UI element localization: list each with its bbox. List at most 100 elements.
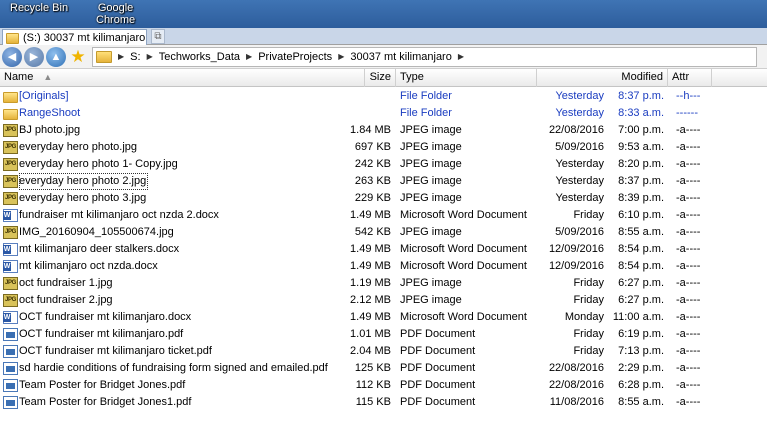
breadcrumb-privateprojects[interactable]: PrivateProjects xyxy=(258,51,332,63)
word-icon xyxy=(3,260,18,273)
breadcrumb-current-folder[interactable]: 30037 mt kilimanjaro xyxy=(350,51,452,63)
file-size: 242 KB xyxy=(354,158,391,170)
file-name-cell[interactable]: Team Poster for Bridget Jones.pdf xyxy=(3,377,363,394)
file-row[interactable]: mt kilimanjaro oct nzda.docx 1.49 MB Micro… xyxy=(0,258,767,275)
chevron-right-icon[interactable]: ▶ xyxy=(147,52,153,61)
chevron-right-icon[interactable]: ▶ xyxy=(458,52,464,61)
file-attributes: -a---- xyxy=(676,141,701,153)
file-type: Microsoft Word Document xyxy=(400,209,527,221)
forward-button[interactable]: ▶ xyxy=(24,46,44,67)
file-name: IMG_20160904_105500674.jpg xyxy=(19,226,174,238)
file-row[interactable]: JPG everyday hero photo 3.jpg 229 KB JPEG i… xyxy=(0,190,767,207)
recycle-bin-shortcut[interactable]: Recycle Bin xyxy=(10,2,68,14)
breadcrumb-drive[interactable]: S: xyxy=(130,51,140,63)
file-attributes: -a---- xyxy=(676,379,701,391)
column-size[interactable]: Size xyxy=(365,69,396,87)
pdf-icon xyxy=(3,362,18,375)
file-type: PDF Document xyxy=(400,345,476,357)
file-name-cell[interactable]: Team Poster for Bridget Jones1.pdf xyxy=(3,394,363,411)
file-name-cell[interactable]: JPG everyday hero photo 1- Copy.jpg xyxy=(3,156,363,173)
navigation-toolbar: ◀ ▶ ▲ ★ ▶ S: ▶ Techworks_Data ▶ PrivateP… xyxy=(0,45,767,69)
file-modified-date: 5/09/2016 xyxy=(555,141,604,153)
file-attributes: -a---- xyxy=(676,209,701,221)
file-modified-date: Yesterday xyxy=(555,192,604,204)
file-attributes: -a---- xyxy=(676,226,701,238)
file-row[interactable]: JPG oct fundraiser 1.jpg 1.19 MB JPEG image… xyxy=(0,275,767,292)
file-name-cell[interactable]: JPG oct fundraiser 1.jpg xyxy=(3,275,363,292)
file-modified-date: 22/08/2016 xyxy=(548,362,604,374)
file-row[interactable]: JPG BJ photo.jpg 1.84 MB JPEG image 22/08/20… xyxy=(0,122,767,139)
address-bar[interactable]: ▶ S: ▶ Techworks_Data ▶ PrivateProjects … xyxy=(92,46,757,67)
file-row[interactable]: sd hardie conditions of fundraising form… xyxy=(0,360,767,377)
file-type: JPEG image xyxy=(400,141,462,153)
file-row[interactable]: Team Poster for Bridget Jones1.pdf 115 KB… xyxy=(0,394,767,411)
file-modified-date: Friday xyxy=(573,209,604,221)
file-row[interactable]: RangeShoot File Folder Yesterday 8:33 a.m. -… xyxy=(0,105,767,122)
star-icon: ★ xyxy=(70,46,86,66)
file-row[interactable]: JPG IMG_20160904_105500674.jpg 542 KB JPEG … xyxy=(0,224,767,241)
file-name-cell[interactable]: OCT fundraiser mt kilimanjaro.pdf xyxy=(3,326,363,343)
file-row[interactable]: [Originals] File Folder Yesterday 8:37 p.m.… xyxy=(0,88,767,105)
chevron-right-icon[interactable]: ▶ xyxy=(338,52,344,61)
file-name-cell[interactable]: JPG everyday hero photo 3.jpg xyxy=(3,190,363,207)
file-name: Team Poster for Bridget Jones1.pdf xyxy=(19,396,192,408)
tab-current-folder[interactable]: (S:) 30037 mt kilimanjaro xyxy=(2,29,147,45)
file-name-cell[interactable]: OCT fundraiser mt kilimanjaro.docx xyxy=(3,309,363,326)
file-name-cell[interactable]: mt kilimanjaro oct nzda.docx xyxy=(3,258,363,275)
file-name-cell[interactable]: JPG everyday hero photo.jpg xyxy=(3,139,363,156)
file-name: oct fundraiser 2.jpg xyxy=(19,294,113,306)
file-row[interactable]: Team Poster for Bridget Jones.pdf 112 KB P… xyxy=(0,377,767,394)
sort-ascending-icon: ▲ xyxy=(43,72,53,82)
file-name-cell[interactable]: mt kilimanjaro deer stalkers.docx xyxy=(3,241,363,258)
chevron-right-icon[interactable]: ▶ xyxy=(246,52,252,61)
file-row[interactable]: OCT fundraiser mt kilimanjaro.docx 1.49 M… xyxy=(0,309,767,326)
file-name-cell[interactable]: RangeShoot xyxy=(3,105,363,122)
file-name-cell[interactable]: OCT fundraiser mt kilimanjaro ticket.pdf xyxy=(3,343,363,360)
file-attributes: -a---- xyxy=(676,192,701,204)
file-name-cell[interactable]: fundraiser mt kilimanjaro oct nzda 2.doc… xyxy=(3,207,363,224)
file-row[interactable]: JPG everyday hero photo 1- Copy.jpg 242 KB… xyxy=(0,156,767,173)
file-modified-date: 11/08/2016 xyxy=(549,396,604,408)
file-type: PDF Document xyxy=(400,379,476,391)
arrow-up-icon: ▲ xyxy=(50,50,62,63)
file-size: 1.49 MB xyxy=(350,209,391,221)
chrome-label-line2: Chrome xyxy=(96,14,136,26)
file-attributes: -a---- xyxy=(676,124,701,136)
file-name: Team Poster for Bridget Jones.pdf xyxy=(19,379,186,391)
file-row[interactable]: OCT fundraiser mt kilimanjaro.pdf 1.01 MB… xyxy=(0,326,767,343)
file-name-cell[interactable]: sd hardie conditions of fundraising form… xyxy=(3,360,363,377)
pdf-icon xyxy=(3,328,18,341)
file-attributes: ------ xyxy=(676,107,698,119)
folder-icon xyxy=(96,50,112,63)
file-name-cell[interactable]: JPG oct fundraiser 2.jpg xyxy=(3,292,363,309)
file-row[interactable]: fundraiser mt kilimanjaro oct nzda 2.doc… xyxy=(0,207,767,224)
file-modified-time: 8:20 p.m. xyxy=(618,158,664,170)
google-chrome-shortcut[interactable]: Google Chrome xyxy=(96,2,135,26)
file-name-cell[interactable]: [Originals] xyxy=(3,88,363,105)
new-tab-button[interactable]: ⧉ xyxy=(151,29,165,44)
column-modified-label: Modified xyxy=(621,71,663,83)
up-folder-button[interactable]: ▲ xyxy=(46,46,66,67)
file-modified-date: Yesterday xyxy=(555,90,604,102)
column-name[interactable]: Name ▲ xyxy=(0,69,365,87)
favorites-button[interactable]: ★ xyxy=(68,47,88,67)
file-name-cell[interactable]: JPG BJ photo.jpg xyxy=(3,122,363,139)
file-row[interactable]: JPG oct fundraiser 2.jpg 2.12 MB JPEG image… xyxy=(0,292,767,309)
file-name: OCT fundraiser mt kilimanjaro.docx xyxy=(19,311,192,323)
back-button[interactable]: ◀ xyxy=(2,46,22,67)
file-row[interactable]: mt kilimanjaro deer stalkers.docx 1.49 MB… xyxy=(0,241,767,258)
file-row[interactable]: JPG everyday hero photo.jpg 697 KB JPEG ima… xyxy=(0,139,767,156)
file-row[interactable]: JPG everyday hero photo 2.jpg 263 KB JPEG i… xyxy=(0,173,767,190)
file-type: PDF Document xyxy=(400,396,476,408)
breadcrumb-techworks[interactable]: Techworks_Data xyxy=(159,51,240,63)
file-attributes: --h--- xyxy=(676,90,701,102)
column-attr[interactable]: Attr xyxy=(668,69,712,87)
file-row[interactable]: OCT fundraiser mt kilimanjaro ticket.pdf… xyxy=(0,343,767,360)
file-name-cell[interactable]: JPG IMG_20160904_105500674.jpg xyxy=(3,224,363,241)
file-modified-time: 2:29 p.m. xyxy=(618,362,664,374)
file-type: JPEG image xyxy=(400,277,462,289)
file-attributes: -a---- xyxy=(676,294,701,306)
column-type[interactable]: Type xyxy=(396,69,537,87)
column-modified[interactable]: Modified xyxy=(537,69,668,87)
file-name-cell[interactable]: JPG everyday hero photo 2.jpg xyxy=(3,173,363,190)
